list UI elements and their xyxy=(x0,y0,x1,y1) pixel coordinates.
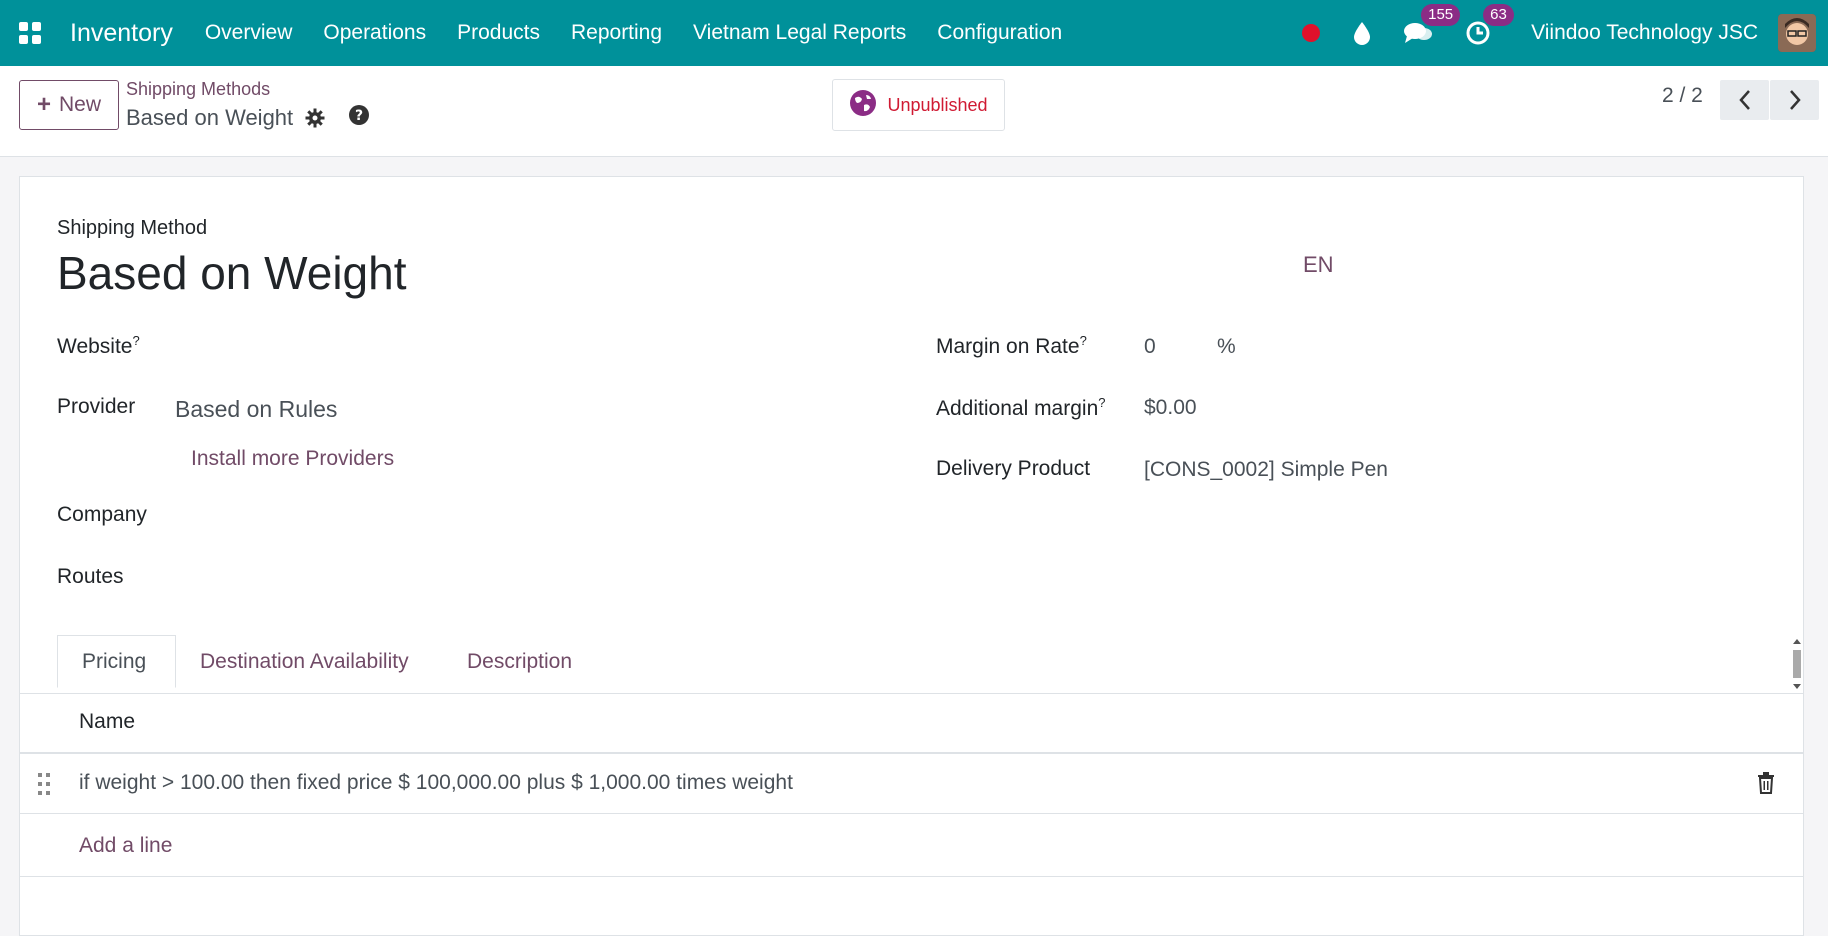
publish-status: Unpublished xyxy=(887,94,988,115)
website-help-marker[interactable]: ? xyxy=(132,333,139,348)
trash-icon[interactable] xyxy=(1757,772,1775,799)
chevron-right-icon xyxy=(1789,90,1801,110)
tab-pricing[interactable]: Pricing xyxy=(57,635,176,688)
additional-margin-help-marker[interactable]: ? xyxy=(1098,395,1105,410)
new-button-label: New xyxy=(59,93,102,116)
pricing-rule-name[interactable]: if weight > 100.00 then fixed price $ 10… xyxy=(79,771,793,795)
menu-configuration[interactable]: Configuration xyxy=(937,21,1062,45)
top-navbar: Inventory Overview Operations Products R… xyxy=(0,0,1828,66)
chevron-left-icon xyxy=(1738,90,1750,110)
tab-destination-availability[interactable]: Destination Availability xyxy=(176,635,433,688)
pager-previous-button[interactable] xyxy=(1720,80,1769,120)
app-name[interactable]: Inventory xyxy=(70,19,173,48)
drag-handle-icon[interactable] xyxy=(38,773,50,800)
margin-on-rate-label-text: Margin on Rate xyxy=(936,335,1080,358)
pager-value[interactable]: 2 / 2 xyxy=(1662,84,1703,108)
publish-toggle-button[interactable]: Unpublished xyxy=(832,79,1005,131)
user-avatar[interactable] xyxy=(1778,14,1816,52)
globe-icon xyxy=(849,89,877,122)
delivery-product-field[interactable]: [CONS_0002] Simple Pen xyxy=(1144,458,1388,482)
additional-margin-label-text: Additional margin xyxy=(936,397,1099,420)
margin-on-rate-help-marker[interactable]: ? xyxy=(1080,333,1087,348)
water-drop-icon[interactable] xyxy=(1353,21,1371,45)
pager-next-button[interactable] xyxy=(1770,80,1819,120)
apps-menu-icon[interactable] xyxy=(0,0,60,66)
activities-clock-icon[interactable]: 63 xyxy=(1465,4,1514,46)
provider-label: Provider xyxy=(57,395,136,418)
pricing-table-header: Name xyxy=(20,694,1803,754)
menu-operations[interactable]: Operations xyxy=(323,21,426,45)
gear-icon[interactable] xyxy=(305,108,325,133)
website-label: Website? xyxy=(57,333,140,359)
column-name-header[interactable]: Name xyxy=(79,710,135,734)
recording-dot-icon[interactable] xyxy=(1301,23,1321,43)
systray: 155 63 Viindoo Technology JSC xyxy=(1301,0,1828,66)
add-a-line-link[interactable]: Add a line xyxy=(79,834,172,858)
provider-field[interactable]: Based on Rules xyxy=(175,396,337,423)
margin-on-rate-label: Margin on Rate? xyxy=(936,333,1087,359)
control-panel: + New Shipping Methods Based on Weight ? xyxy=(0,66,1828,157)
additional-margin-label: Additional margin? xyxy=(936,395,1106,421)
svg-text:?: ? xyxy=(355,108,363,124)
breadcrumb-current: Based on Weight xyxy=(126,105,294,130)
additional-margin-field[interactable]: $0.00 xyxy=(1144,396,1197,420)
table-row[interactable]: if weight > 100.00 then fixed price $ 10… xyxy=(20,754,1803,814)
margin-on-rate-unit: % xyxy=(1217,335,1236,358)
menu-vietnam-legal-reports[interactable]: Vietnam Legal Reports xyxy=(693,21,906,45)
website-label-text: Website xyxy=(57,335,133,358)
tabs-scrollbar[interactable] xyxy=(1791,636,1803,692)
menu-reporting[interactable]: Reporting xyxy=(571,21,662,45)
form-sheet: Shipping Method Based on Weight EN Websi… xyxy=(19,176,1804,936)
routes-label: Routes xyxy=(57,565,124,588)
company-label: Company xyxy=(57,503,147,526)
messages-badge: 155 xyxy=(1421,4,1461,26)
help-icon[interactable]: ? xyxy=(348,104,370,131)
shipping-method-name-field[interactable]: Based on Weight xyxy=(57,246,407,300)
tab-description[interactable]: Description xyxy=(443,635,596,688)
language-button[interactable]: EN xyxy=(1303,252,1334,278)
delivery-product-label: Delivery Product xyxy=(936,457,1091,480)
list-bottom-divider xyxy=(20,876,1803,877)
messages-icon[interactable]: 155 xyxy=(1403,4,1461,46)
margin-on-rate-field[interactable]: 0 xyxy=(1144,335,1156,359)
menu-overview[interactable]: Overview xyxy=(205,21,293,45)
new-button[interactable]: + New xyxy=(19,80,119,130)
heading-label: Shipping Method xyxy=(57,217,208,239)
menu-products[interactable]: Products xyxy=(457,21,540,45)
install-more-providers-link[interactable]: Install more Providers xyxy=(191,447,394,471)
plus-icon: + xyxy=(36,91,51,118)
activities-badge: 63 xyxy=(1483,4,1514,26)
company-switcher[interactable]: Viindoo Technology JSC xyxy=(1531,21,1758,45)
breadcrumb-shipping-methods[interactable]: Shipping Methods xyxy=(126,79,270,100)
